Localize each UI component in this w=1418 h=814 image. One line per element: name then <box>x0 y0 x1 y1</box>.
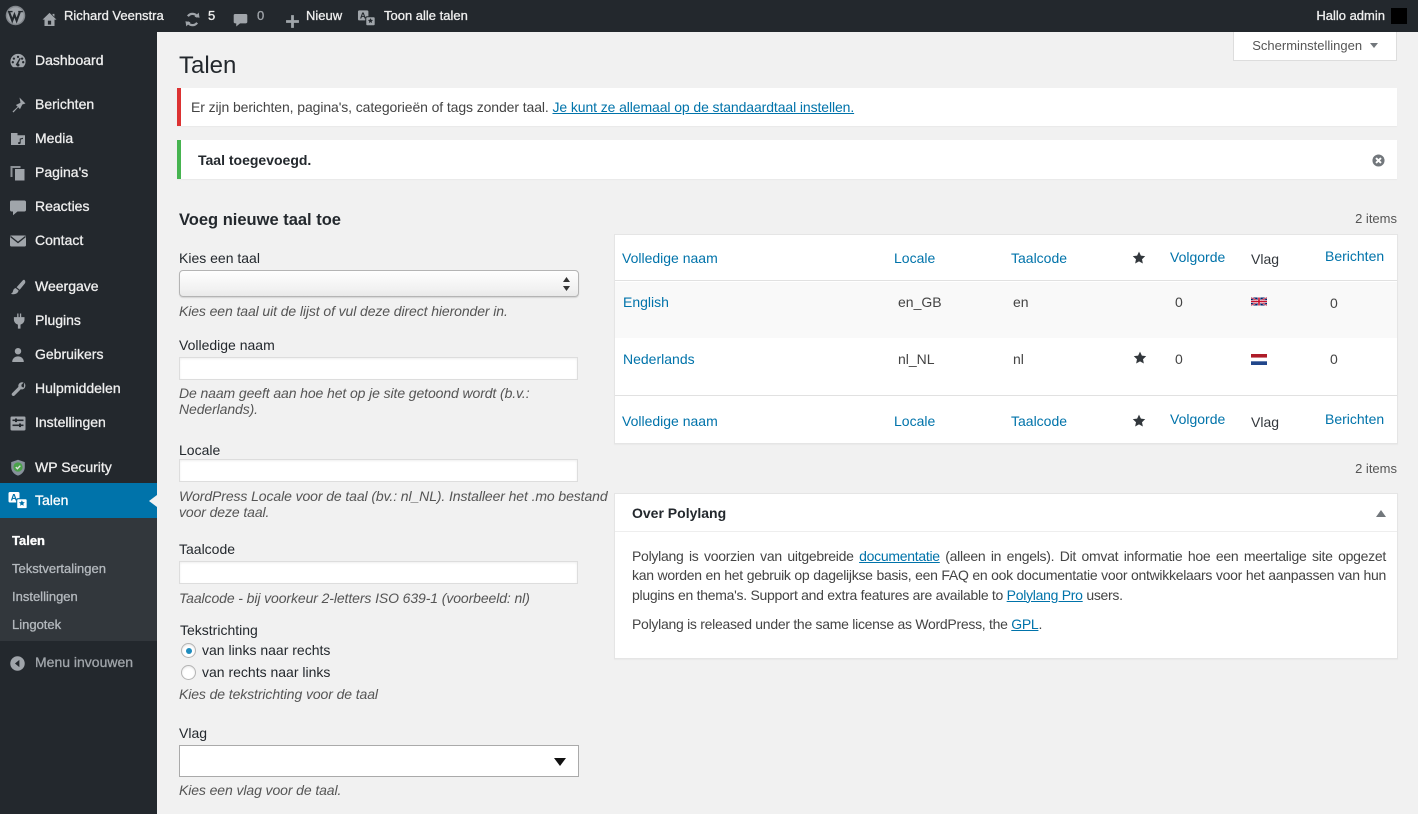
svg-text:A: A <box>360 11 366 21</box>
